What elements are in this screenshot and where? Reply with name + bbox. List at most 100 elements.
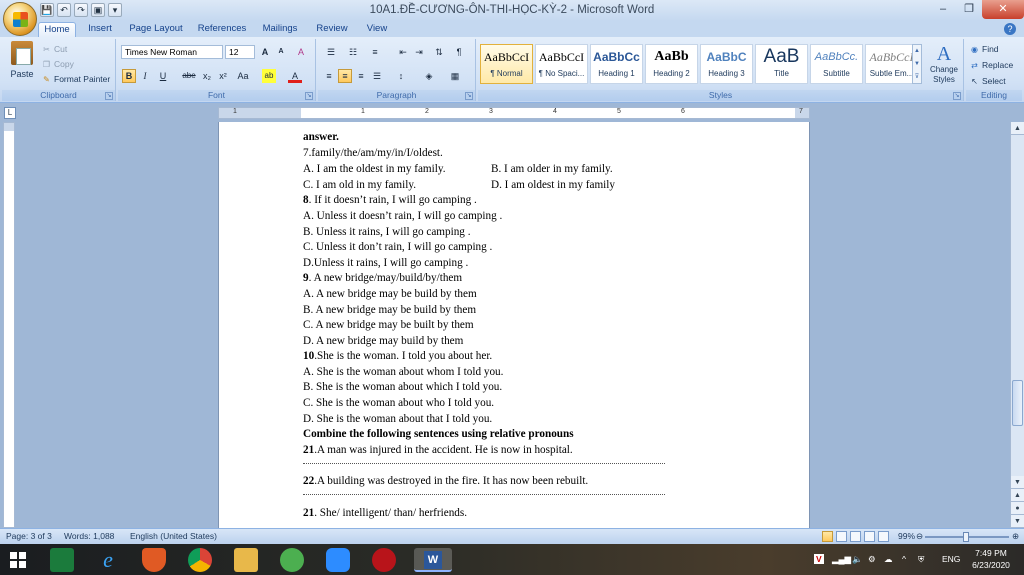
cut-button[interactable]: ✂ Cut [42,44,67,54]
shield-app-icon[interactable] [142,548,166,572]
italic-button[interactable]: I [138,69,152,83]
system-clock[interactable]: 7:49 PM 6/23/2020 [968,547,1014,571]
grow-font-button[interactable]: A [258,45,272,59]
numbering-icon[interactable]: ☷ [344,45,362,59]
multilevel-list-icon[interactable]: ≡ [366,45,384,59]
word-taskbar-icon[interactable]: W [414,548,452,572]
decrease-indent-icon[interactable]: ⇤ [396,45,410,59]
print-layout-icon[interactable] [822,531,833,542]
onedrive-icon[interactable]: ☁ [884,544,893,575]
scroll-thumb[interactable] [1012,380,1023,426]
volume-icon[interactable]: 🔈 [852,544,863,575]
browse-object-icon[interactable]: ● [1011,502,1024,515]
coccoc-browser-icon[interactable] [280,548,304,572]
increase-indent-icon[interactable]: ⇥ [412,45,426,59]
shrink-font-button[interactable]: A [274,45,288,59]
internet-explorer-icon[interactable]: e [96,548,120,572]
clear-formatting-button[interactable]: A [294,45,308,59]
highlight-button[interactable]: ab [262,69,276,83]
format-painter-button[interactable]: ✎ Format Painter [42,74,110,84]
antivirus-tray-icon[interactable]: ⛨ [918,544,924,575]
draft-icon[interactable] [878,531,889,542]
style-subtle-emphasis[interactable]: AaBbCcI Subtle Em... [865,44,918,84]
replace-button[interactable]: ⇄ Replace [970,60,1013,70]
windows-start-icon[interactable] [10,552,26,568]
tab-review[interactable]: Review [310,22,354,37]
select-button[interactable]: ↖ Select [970,76,1005,86]
line-spacing-icon[interactable]: ↕ [392,69,410,83]
document-page[interactable]: answer. 7.family/the/am/my/in/I/oldest. … [219,122,809,528]
underline-button[interactable]: U [156,69,170,83]
store-app-icon[interactable] [50,548,74,572]
restore-button[interactable]: ❐ [956,0,982,19]
zoom-level[interactable]: 99% [898,529,915,544]
tab-selector-icon[interactable]: L [4,107,16,119]
subscript-button[interactable]: x₂ [200,69,214,83]
clipboard-launcher-icon[interactable]: ↘ [105,92,113,100]
close-button[interactable]: ✕ [982,0,1024,19]
borders-icon[interactable]: ▦ [446,69,464,83]
tab-view[interactable]: View [360,22,394,37]
tab-references[interactable]: References [194,22,250,37]
vertical-ruler[interactable] [3,122,15,528]
change-styles-button[interactable]: A Change Styles [926,43,962,85]
file-explorer-icon[interactable] [234,548,258,572]
full-screen-reading-icon[interactable] [836,531,847,542]
bold-button[interactable]: B [122,69,136,83]
input-language[interactable]: ENG [942,544,960,575]
style-title[interactable]: AaB Title [755,44,808,84]
style-heading-3[interactable]: AaBbC Heading 3 [700,44,753,84]
font-color-button[interactable]: A [288,69,302,83]
shading-icon[interactable]: ◈ [420,69,438,83]
tab-home[interactable]: Home [38,22,76,37]
help-icon[interactable]: ? [1004,23,1016,35]
font-name-combo[interactable]: Times New Roman [121,45,223,59]
justify-icon[interactable]: ☰ [370,69,384,83]
next-page-icon[interactable]: ▼ [1011,515,1024,528]
style-heading-1[interactable]: AaBbCc Heading 1 [590,44,643,84]
align-right-icon[interactable]: ≡ [354,69,368,83]
vietkey-icon[interactable]: V [814,544,824,575]
scroll-down-icon[interactable]: ▼ [1011,476,1024,489]
copy-button[interactable]: ❐ Copy [42,59,74,69]
zoom-out-icon[interactable]: ⊖ [916,529,923,544]
paste-button[interactable]: Paste [8,41,36,87]
zoom-in-icon[interactable]: ⊕ [1012,529,1019,544]
horizontal-ruler[interactable]: 1 1 2 3 4 5 6 7 [218,107,810,119]
style-no-spacing[interactable]: AaBbCcI ¶ No Spaci... [535,44,588,84]
align-center-icon[interactable]: ≡ [338,69,352,83]
network-icon[interactable]: ▂▄▆ [832,544,851,575]
web-layout-icon[interactable] [850,531,861,542]
language-indicator[interactable]: English (United States) [130,529,217,544]
zoom-app-icon[interactable] [326,548,350,572]
show-hidden-icons[interactable]: ^ [902,544,906,575]
style-heading-2[interactable]: AaBb Heading 2 [645,44,698,84]
paragraph-launcher-icon[interactable]: ↘ [465,92,473,100]
strikethrough-button[interactable]: abe [180,69,198,83]
tab-insert[interactable]: Insert [82,22,118,37]
style-normal[interactable]: AaBbCcI ¶ Normal [480,44,533,84]
tray-app-icon[interactable]: ⚙ [868,544,876,575]
tab-mailings[interactable]: Mailings [256,22,304,37]
styles-launcher-icon[interactable]: ↘ [953,92,961,100]
word-count[interactable]: Words: 1,088 [64,529,114,544]
vertical-scrollbar[interactable]: ▲ ▼ ▲ ● ▼ [1010,122,1024,528]
align-left-icon[interactable]: ≡ [322,69,336,83]
change-case-button[interactable]: Aa [234,69,252,83]
font-launcher-icon[interactable]: ↘ [305,92,313,100]
garena-icon[interactable] [372,548,396,572]
minimize-button[interactable]: – [930,0,956,19]
show-formatting-icon[interactable]: ¶ [452,45,466,59]
superscript-button[interactable]: x² [216,69,230,83]
scroll-up-icon[interactable]: ▲ [1011,122,1024,135]
chrome-icon[interactable] [188,548,212,572]
zoom-slider-knob[interactable] [963,532,969,542]
office-button[interactable] [3,2,37,36]
bullets-icon[interactable]: ☰ [322,45,340,59]
tab-page-layout[interactable]: Page Layout [124,22,188,37]
font-size-combo[interactable]: 12 [225,45,255,59]
page-count[interactable]: Page: 3 of 3 [6,529,52,544]
sort-icon[interactable]: ⇅ [432,45,446,59]
previous-page-icon[interactable]: ▲ [1011,489,1024,502]
style-subtitle[interactable]: AaBbCc. Subtitle [810,44,863,84]
